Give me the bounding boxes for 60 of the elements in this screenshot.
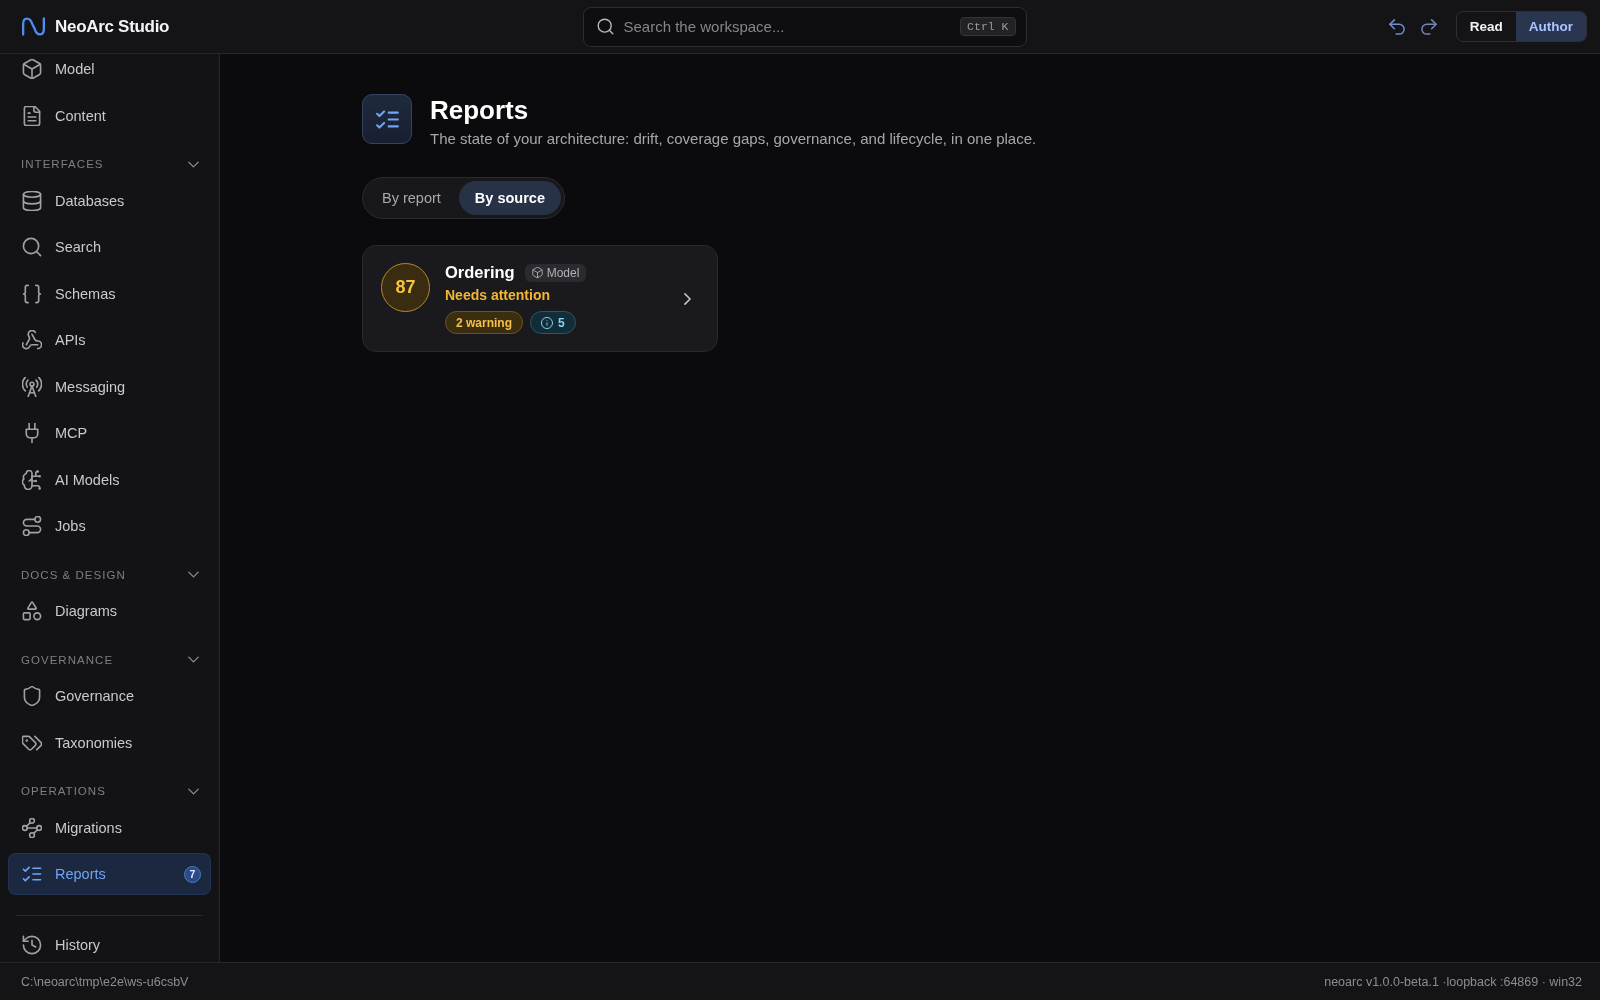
app-title: NeoArc Studio [55, 16, 170, 37]
nav-item[interactable]: Messaging [8, 365, 211, 408]
nav-item[interactable]: Schemas [8, 272, 211, 315]
card-status: Needs attention [445, 287, 550, 303]
logo-icon [22, 16, 45, 37]
nav-item[interactable]: AI Models [8, 458, 211, 501]
nav-item[interactable]: Content [8, 94, 211, 137]
nav-item[interactable]: MCP [8, 412, 211, 454]
info-icon [541, 316, 553, 329]
page-title: Reports [430, 94, 529, 126]
cube-icon [531, 267, 543, 278]
view-tab[interactable]: By report [366, 181, 457, 215]
chevron-icon [684, 292, 691, 305]
section-header[interactable]: INTERFACES [8, 141, 211, 175]
database-icon [22, 190, 42, 211]
history-icon [22, 935, 42, 955]
nav-item[interactable]: Diagrams [8, 590, 211, 632]
score-badge: 87 [381, 263, 430, 312]
mode-tab[interactable]: Read [1456, 12, 1516, 41]
undo-icon[interactable] [1388, 18, 1405, 35]
nav-item[interactable]: Migrations [8, 806, 211, 849]
nav-item[interactable]: Jobs [8, 505, 211, 547]
version-info: neoarc v1.0.0-beta.1 ·loopback :64869 · win32 [1324, 974, 1582, 989]
checklist-icon [362, 94, 412, 144]
redo-icon[interactable] [1420, 18, 1437, 35]
route-icon [22, 516, 42, 536]
mode-tab[interactable]: Author [1515, 12, 1586, 41]
nav-item[interactable]: Model [8, 54, 211, 90]
search-icon [596, 18, 614, 35]
waypoints-icon [22, 817, 42, 838]
tag-label: Model [546, 265, 580, 280]
nav-item[interactable]: Search [8, 226, 211, 268]
nav-item[interactable]: Governance [8, 675, 211, 717]
nav-item[interactable]: History [8, 928, 211, 962]
shield-icon [22, 686, 42, 706]
search-icon [22, 237, 42, 257]
section-header[interactable]: OPERATIONS [8, 768, 211, 802]
page-subtitle: The state of your architecture: drift, coverage gaps, governance, and lifecycle, in one place. [430, 130, 1037, 147]
brain-circuit-icon [22, 469, 42, 490]
nav-item[interactable]: Databases [8, 179, 211, 222]
info-count: 5 [558, 315, 565, 330]
plug-icon [22, 423, 42, 443]
antenna-icon [22, 376, 42, 397]
webhook-icon [22, 330, 42, 350]
card-title: Ordering [445, 263, 515, 282]
workspace-path: C:\neoarc\tmp\e2e\ws-u6csbV [21, 974, 189, 989]
section-header[interactable]: DOCS & DESIGN [8, 551, 211, 586]
cube-icon [22, 59, 42, 79]
section-header[interactable]: GOVERNANCE [8, 636, 211, 671]
braces-icon [22, 283, 42, 304]
document-icon [22, 105, 42, 126]
report-card[interactable]: 87 Ordering Model Needs attention 2 warning 5 [362, 245, 718, 352]
warning-badge: 2 warning [445, 311, 523, 334]
nav-item[interactable]: APIs [8, 319, 211, 361]
count-badge: 7 [184, 865, 201, 883]
shapes-icon [22, 601, 42, 621]
nav-item[interactable]: Reports 7 [8, 853, 211, 895]
checklist-icon [22, 864, 42, 884]
view-tab[interactable]: By source [458, 181, 561, 215]
nav-item[interactable]: Taxonomies [8, 721, 211, 764]
